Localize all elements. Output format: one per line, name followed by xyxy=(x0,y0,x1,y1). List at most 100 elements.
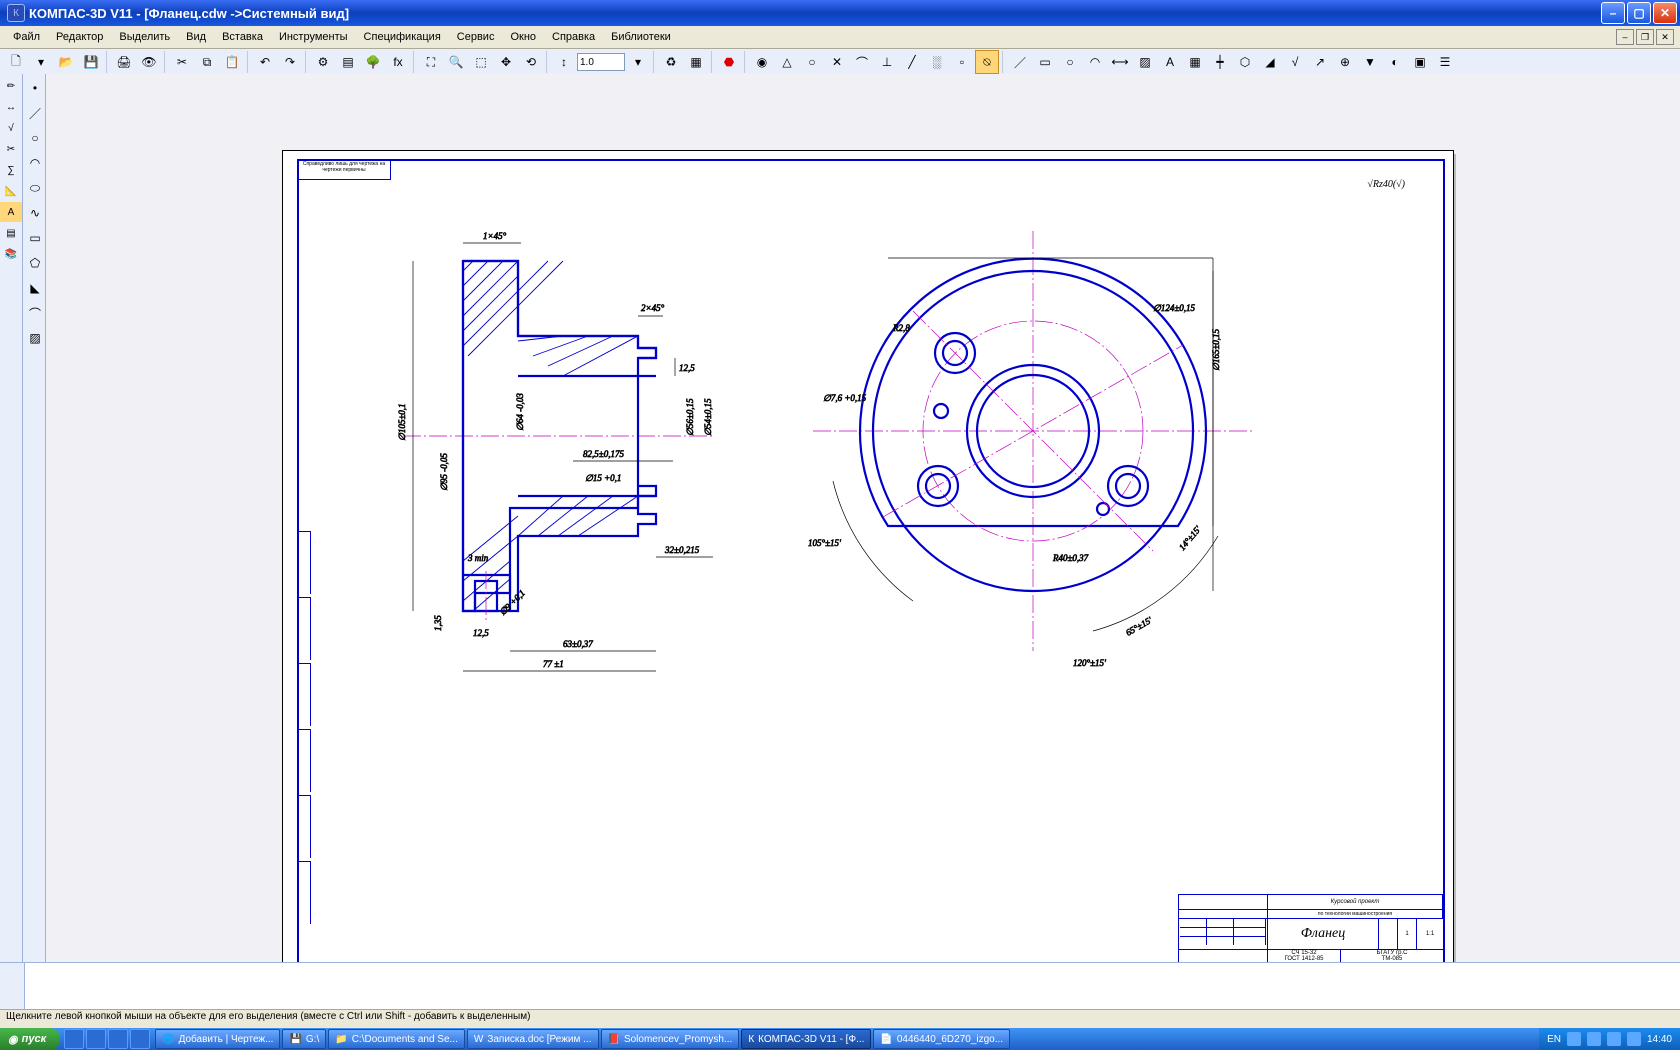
menu-tools[interactable]: Инструменты xyxy=(272,29,355,45)
edit-palette-icon[interactable]: ✂ xyxy=(0,139,22,159)
pt-ellipse-icon[interactable]: ⬭ xyxy=(23,176,47,200)
measure-palette-icon[interactable]: 📐 xyxy=(0,181,22,201)
menu-view[interactable]: Вид xyxy=(179,29,213,45)
open-button[interactable]: 📂 xyxy=(54,50,78,74)
spec-palette-icon[interactable]: ▤ xyxy=(0,223,22,243)
redo-button[interactable]: ↷ xyxy=(278,50,302,74)
menu-insert[interactable]: Вставка xyxy=(215,29,270,45)
snap-node-button[interactable]: ▫ xyxy=(950,50,974,74)
pt-cham-icon[interactable]: ◣ xyxy=(23,276,47,300)
task-item[interactable]: 💾G:\ xyxy=(282,1029,326,1049)
menu-libraries[interactable]: Библиотеки xyxy=(604,29,678,45)
ql-icon[interactable] xyxy=(86,1029,106,1049)
ql-icon[interactable] xyxy=(108,1029,128,1049)
maximize-button[interactable]: ▢ xyxy=(1627,2,1651,24)
start-button[interactable]: ◉пуск xyxy=(0,1028,60,1050)
pt-seg-icon[interactable]: ／ xyxy=(23,101,47,125)
mdi-close-button[interactable]: ✕ xyxy=(1656,29,1674,45)
pt-rect-icon[interactable]: ▭ xyxy=(23,226,47,250)
select-palette-icon[interactable]: A xyxy=(0,202,22,222)
cut-button[interactable]: ✂ xyxy=(170,50,194,74)
print-button[interactable]: 🖨 xyxy=(112,50,136,74)
menu-select[interactable]: Выделить xyxy=(112,29,177,45)
preview-button[interactable]: 👁 xyxy=(137,50,161,74)
dim-palette-icon[interactable]: ↔ xyxy=(0,97,22,117)
menu-file[interactable]: Файл xyxy=(6,29,47,45)
tray-icon[interactable] xyxy=(1587,1032,1601,1046)
snap-int-button[interactable]: ✕ xyxy=(825,50,849,74)
pt-spline-icon[interactable]: ∿ xyxy=(23,201,47,225)
task-item[interactable]: 🌐Добавить | Чертеж... xyxy=(155,1029,280,1049)
hatch-button[interactable]: ▨ xyxy=(1133,50,1157,74)
zoom-fit-button[interactable]: ⛶ xyxy=(419,50,443,74)
tray-icon[interactable] xyxy=(1607,1032,1621,1046)
zoom-dropdown[interactable]: ▾ xyxy=(626,50,650,74)
vars-button[interactable]: fx xyxy=(386,50,410,74)
undo-button[interactable]: ↶ xyxy=(253,50,277,74)
ql-icon[interactable] xyxy=(64,1029,84,1049)
redraw-button[interactable]: ♻ xyxy=(659,50,683,74)
task-item-active[interactable]: ККОМПАС-3D V11 - [Ф... xyxy=(741,1029,871,1049)
snap-center-button[interactable]: ○ xyxy=(800,50,824,74)
pt-poly-icon[interactable]: ⬠ xyxy=(23,251,47,275)
pt-hatch-icon[interactable]: ▨ xyxy=(23,326,47,350)
dim-button[interactable]: ⟷ xyxy=(1108,50,1132,74)
arc-button[interactable]: ◠ xyxy=(1083,50,1107,74)
save-button[interactable]: 💾 xyxy=(79,50,103,74)
menu-service[interactable]: Сервис xyxy=(450,29,502,45)
table-button[interactable]: ▦ xyxy=(1183,50,1207,74)
misc2-button[interactable]: ▣ xyxy=(1408,50,1432,74)
props-button[interactable]: ⚙ xyxy=(311,50,335,74)
tol-button[interactable]: ⊕ xyxy=(1333,50,1357,74)
copy-button[interactable]: ⧉ xyxy=(195,50,219,74)
geom-palette-icon[interactable]: ✏ xyxy=(0,76,22,96)
tree-button[interactable]: 🌳 xyxy=(361,50,385,74)
menu-spec[interactable]: Спецификация xyxy=(357,29,448,45)
rect-button[interactable]: ▭ xyxy=(1033,50,1057,74)
line-button[interactable]: ／ xyxy=(1008,50,1032,74)
snap-grid-button[interactable]: ░ xyxy=(925,50,949,74)
base-button[interactable]: ▼ xyxy=(1358,50,1382,74)
new-dropdown[interactable]: ▾ xyxy=(29,50,53,74)
menu-help[interactable]: Справка xyxy=(545,29,602,45)
pan-button[interactable]: ✥ xyxy=(494,50,518,74)
pt-fillet-icon[interactable]: ⌒ xyxy=(23,301,47,325)
pt-arc-icon[interactable]: ◠ xyxy=(23,151,47,175)
pt-circle-icon[interactable]: ○ xyxy=(23,126,47,150)
zoom-in-button[interactable]: 🔍 xyxy=(444,50,468,74)
snap-perp-button[interactable]: ⊥ xyxy=(875,50,899,74)
param-palette-icon[interactable]: ∑ xyxy=(0,160,22,180)
ql-icon[interactable] xyxy=(130,1029,150,1049)
lang-indicator[interactable]: EN xyxy=(1547,1034,1561,1045)
text-button[interactable]: A xyxy=(1158,50,1182,74)
zoom-prev-button[interactable]: ⟲ xyxy=(519,50,543,74)
drawing-canvas[interactable]: Справедливо лишь для чертежа на чертежи … xyxy=(46,74,1680,996)
misc3-button[interactable]: ☰ xyxy=(1433,50,1457,74)
clock[interactable]: 14:40 xyxy=(1647,1034,1672,1045)
stop-button[interactable]: ⬣ xyxy=(717,50,741,74)
leader-button[interactable]: ↗ xyxy=(1308,50,1332,74)
menu-edit[interactable]: Редактор xyxy=(49,29,110,45)
axis-button[interactable]: ┿ xyxy=(1208,50,1232,74)
mdi-minimize-button[interactable]: – xyxy=(1616,29,1634,45)
misc1-button[interactable]: ◐ xyxy=(1383,50,1407,74)
task-item[interactable]: WЗаписка.doc [Режим ... xyxy=(467,1029,599,1049)
rough-button[interactable]: √ xyxy=(1283,50,1307,74)
pt-line-icon[interactable]: • xyxy=(23,76,47,100)
task-item[interactable]: 📄0446440_6D270_izgo... xyxy=(873,1029,1010,1049)
weld-button[interactable]: ◢ xyxy=(1258,50,1282,74)
mdi-restore-button[interactable]: ❐ xyxy=(1636,29,1654,45)
task-item[interactable]: 📁C:\Documents and Se... xyxy=(328,1029,465,1049)
tray-icon[interactable] xyxy=(1567,1032,1581,1046)
show-all-button[interactable]: ▦ xyxy=(684,50,708,74)
circle-button[interactable]: ○ xyxy=(1058,50,1082,74)
tray-icon[interactable] xyxy=(1627,1032,1641,1046)
paste-button[interactable]: 📋 xyxy=(220,50,244,74)
new-button[interactable]: 🗋 xyxy=(4,50,28,74)
denote-palette-icon[interactable]: √ xyxy=(0,118,22,138)
layers-button[interactable]: ▤ xyxy=(336,50,360,74)
task-item[interactable]: 📕Solomencev_Promysh... xyxy=(601,1029,740,1049)
snap-near-button[interactable]: ╱ xyxy=(900,50,924,74)
close-button[interactable]: ✕ xyxy=(1653,2,1677,24)
minimize-button[interactable]: – xyxy=(1601,2,1625,24)
